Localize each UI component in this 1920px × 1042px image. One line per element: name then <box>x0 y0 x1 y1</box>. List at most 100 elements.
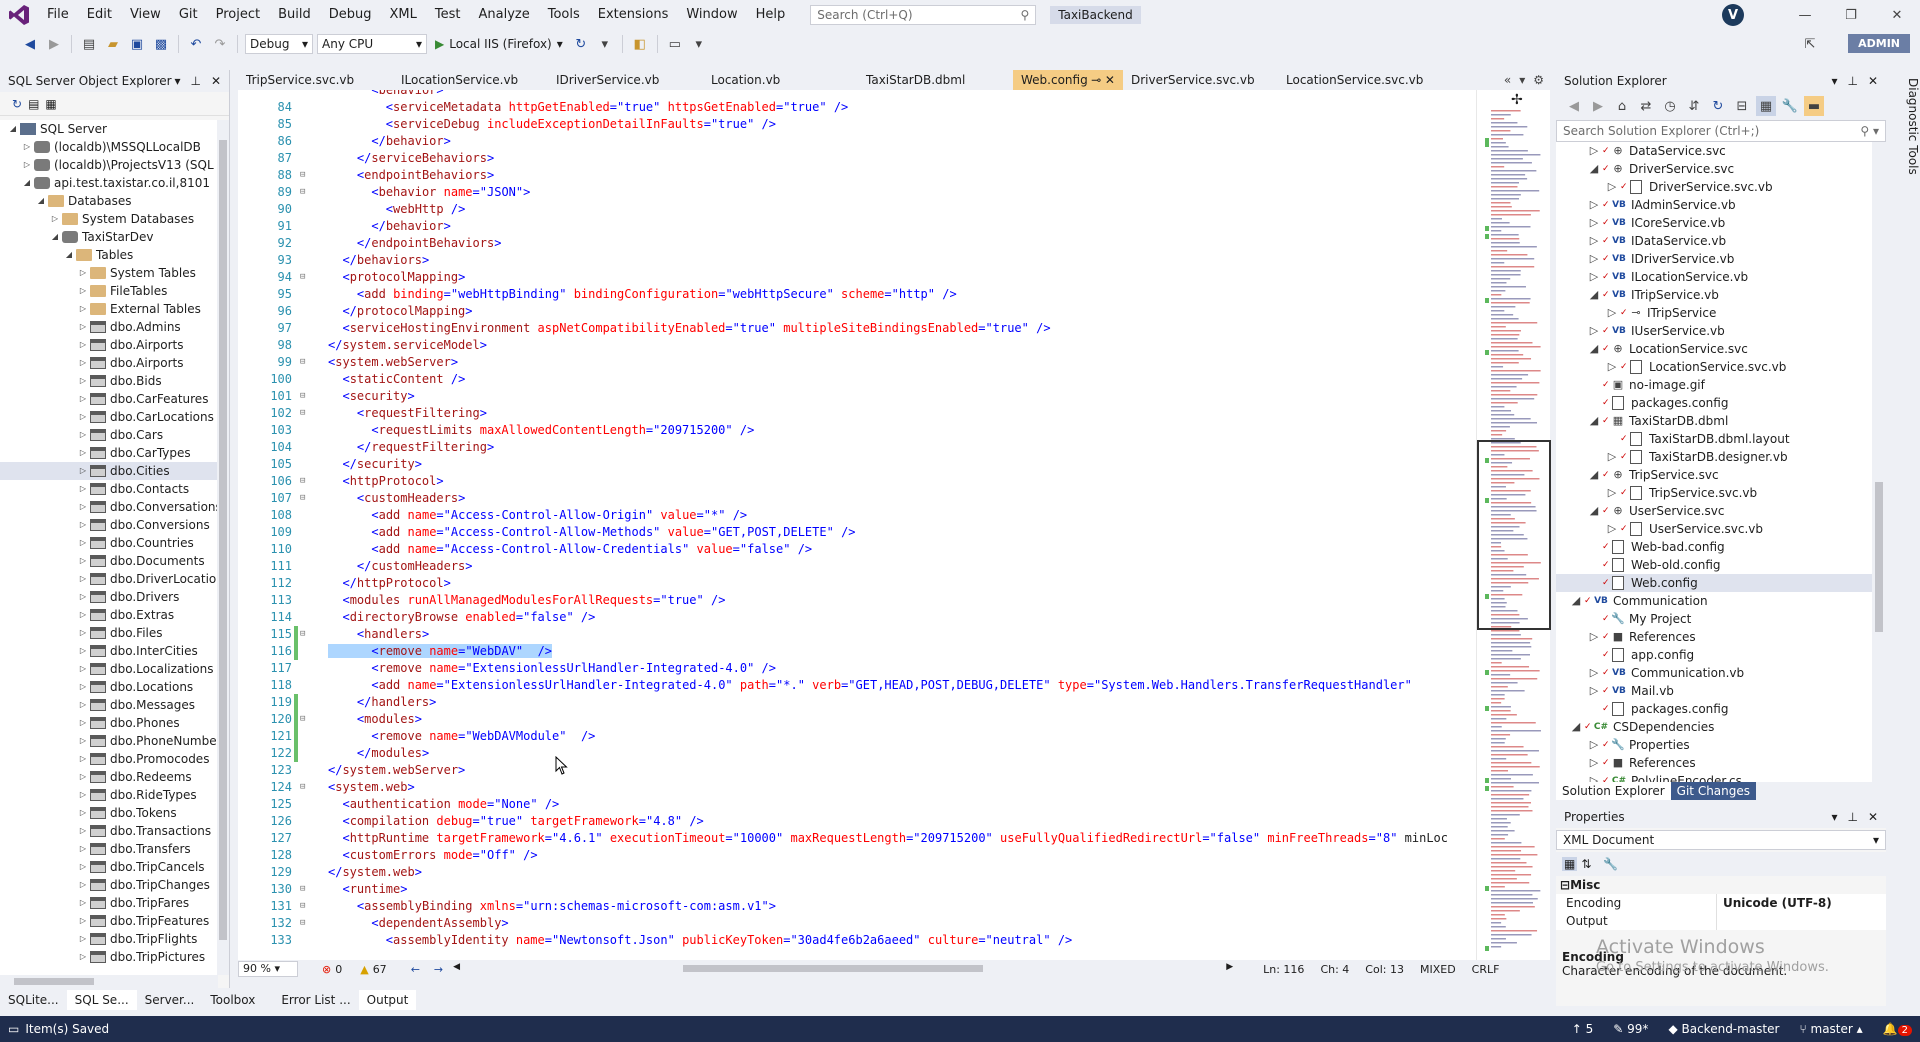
collapsed-icon[interactable]: ▷ <box>76 660 90 678</box>
code-line[interactable]: 88 ⊟ <endpointBehaviors> <box>238 167 1476 184</box>
scroll-thumb[interactable] <box>14 978 94 985</box>
vertical-scrollbar[interactable] <box>1872 142 1886 782</box>
pin-icon[interactable]: ⊥ <box>1847 810 1857 824</box>
property-row[interactable]: Output <box>1556 912 1886 930</box>
code-line[interactable]: 128 <customErrors mode="Off" /> <box>238 847 1476 864</box>
tree-node[interactable]: ▷ dbo.Admins <box>0 318 218 336</box>
bottom-tab[interactable]: Server... <box>137 990 203 1010</box>
code-line[interactable]: 113 <modules runAllManagedModulesForAllR… <box>238 592 1476 609</box>
fold-icon[interactable]: ⊟ <box>300 473 309 490</box>
code-line[interactable]: 106 ⊟ <httpProtocol> <box>238 473 1476 490</box>
collapsed-icon[interactable]: ▷ <box>20 138 34 156</box>
code-line[interactable]: 90 <webHttp /> <box>238 201 1476 218</box>
tree-node[interactable]: ▷ dbo.Cars <box>0 426 218 444</box>
menu-tools[interactable]: Tools <box>539 0 589 30</box>
bottom-tab[interactable]: Error List ... <box>273 990 358 1010</box>
collapsed-icon[interactable]: ▷ <box>1586 322 1602 340</box>
code-line[interactable]: 114 <directoryBrowse enabled="false" /> <box>238 609 1476 626</box>
collapsed-icon[interactable]: ▷ <box>76 498 90 516</box>
tree-node[interactable]: ▷ dbo.Cities <box>0 462 218 480</box>
collapse-all-icon[interactable]: ⊟ <box>1732 96 1752 116</box>
back-icon[interactable]: ◀ <box>20 34 40 54</box>
solution-node[interactable]: ◢ ✓ VB ITripService.vb <box>1556 286 1872 304</box>
tree-node[interactable]: ▷ dbo.RideTypes <box>0 786 218 804</box>
fold-icon[interactable]: ⊟ <box>300 915 309 932</box>
solution-node[interactable]: ◢ ✓ ⊕ LocationService.svc <box>1556 340 1872 358</box>
properties-category[interactable]: ⊟ Misc <box>1556 876 1886 894</box>
tree-node[interactable]: ◢ TaxiStarDev <box>0 228 218 246</box>
collapsed-icon[interactable]: ▷ <box>1604 178 1620 196</box>
document-tab[interactable]: Location.vb <box>703 70 858 90</box>
collapsed-icon[interactable]: ▷ <box>76 678 90 696</box>
collapsed-icon[interactable]: ▷ <box>76 732 90 750</box>
collapsed-icon[interactable]: ▷ <box>76 480 90 498</box>
expanded-icon[interactable]: ◢ <box>1586 466 1602 484</box>
collapsed-icon[interactable]: ▷ <box>76 516 90 534</box>
save-icon[interactable]: ▣ <box>127 34 147 54</box>
search-box[interactable]: Search (Ctrl+Q) ⚲ <box>810 5 1037 25</box>
fold-icon[interactable]: ⊟ <box>300 711 309 728</box>
menu-help[interactable]: Help <box>747 0 795 30</box>
bottom-tab[interactable]: Output <box>358 990 417 1010</box>
tree-node[interactable]: ◢ api.test.taxistar.co.il,8101 <box>0 174 218 192</box>
collapsed-icon[interactable]: ▷ <box>1604 484 1620 502</box>
code-line[interactable]: 132 ⊟ <dependentAssembly> <box>238 915 1476 932</box>
property-pages-icon[interactable]: 🔧 <box>1603 857 1618 871</box>
scroll-right-icon[interactable]: ▶ <box>1226 962 1233 972</box>
settings-icon[interactable]: ⚙ <box>1533 70 1544 90</box>
tree-node[interactable]: ▷ dbo.Transactions <box>0 822 218 840</box>
code-line[interactable]: 87 </serviceBehaviors> <box>238 150 1476 167</box>
bottom-tab[interactable]: SQL Se... <box>66 990 137 1010</box>
collapsed-icon[interactable]: ▷ <box>1586 682 1602 700</box>
code-editor[interactable]: <behavior> 84 <serviceMetadata httpGetEna… <box>238 90 1476 960</box>
tree-node[interactable]: ▷ dbo.CarFeatures <box>0 390 218 408</box>
solution-configuration-combo[interactable]: Debug ▾ <box>245 34 313 54</box>
collapsed-icon[interactable]: ▷ <box>76 336 90 354</box>
fold-icon[interactable]: ⊟ <box>300 626 309 643</box>
minimap-viewport[interactable] <box>1477 440 1551 630</box>
collapsed-icon[interactable]: ▷ <box>1586 142 1602 160</box>
tree-node[interactable]: ▷ dbo.TripPictures <box>0 948 218 966</box>
tab-dropdown-icon[interactable]: ▾ <box>1519 70 1525 90</box>
code-line[interactable]: 108 <add name="Access-Control-Allow-Orig… <box>238 507 1476 524</box>
editor-horizontal-scrollbar[interactable]: ◀ ▶ <box>453 960 1253 978</box>
menu-xml[interactable]: XML <box>381 0 426 30</box>
fold-icon[interactable]: ⊟ <box>300 184 309 201</box>
fold-icon[interactable]: ⊟ <box>300 405 309 422</box>
expanded-icon[interactable]: ◢ <box>20 174 34 192</box>
solution-node[interactable]: ▷ ✓ ■ References <box>1556 628 1872 646</box>
code-line[interactable]: 131 ⊟ <assemblyBinding xmlns="urn:schemas… <box>238 898 1476 915</box>
solution-node[interactable]: ▷ ✓ VB IDataService.vb <box>1556 232 1872 250</box>
code-line[interactable]: 115 ⊟ <handlers> <box>238 626 1476 643</box>
code-line[interactable]: 96 </protocolMapping> <box>238 303 1476 320</box>
collapsed-icon[interactable]: ▷ <box>76 750 90 768</box>
code-line[interactable]: 93 </behaviors> <box>238 252 1476 269</box>
collapsed-icon[interactable]: ▷ <box>76 552 90 570</box>
restore-icon[interactable]: ❐ <box>1828 8 1874 23</box>
scroll-left-icon[interactable]: ◀ <box>453 962 460 972</box>
fold-icon[interactable]: ⊟ <box>300 269 309 286</box>
code-line[interactable]: 116 <remove name="WebDAV" /> <box>238 643 1476 660</box>
fold-icon[interactable]: ⊟ <box>300 354 309 371</box>
tree-node[interactable]: ▷ dbo.TripFlights <box>0 930 218 948</box>
expanded-icon[interactable]: ◢ <box>48 228 62 246</box>
solution-node[interactable]: ▷ ✓ TripService.svc.vb <box>1556 484 1872 502</box>
close-icon[interactable]: ✕ <box>211 74 221 88</box>
collapsed-icon[interactable]: ▷ <box>76 822 90 840</box>
collapsed-icon[interactable]: ▷ <box>76 300 90 318</box>
overflow-icon[interactable]: ▾ <box>689 34 709 54</box>
add-server-icon[interactable]: ▤ <box>28 97 39 111</box>
solution-node[interactable]: ✓ packages.config <box>1556 700 1872 718</box>
pending-changes-indicator[interactable]: ✎ 99* <box>1613 1022 1648 1036</box>
collapsed-icon[interactable]: ▷ <box>1604 448 1620 466</box>
tree-node[interactable]: ▷ FileTables <box>0 282 218 300</box>
fold-icon[interactable]: ⊟ <box>300 388 309 405</box>
tree-node[interactable]: ▷ dbo.Messages <box>0 696 218 714</box>
document-tab[interactable]: LocationService.svc.vb <box>1278 70 1433 90</box>
solution-platform-combo[interactable]: Any CPU ▾ <box>317 34 427 54</box>
collapsed-icon[interactable]: ▷ <box>76 390 90 408</box>
tree-node[interactable]: ▷ dbo.TripFeatures <box>0 912 218 930</box>
expanded-icon[interactable]: ◢ <box>1586 502 1602 520</box>
property-value[interactable] <box>1716 912 1886 930</box>
code-line[interactable]: 103 <requestLimits maxAllowedContentLeng… <box>238 422 1476 439</box>
